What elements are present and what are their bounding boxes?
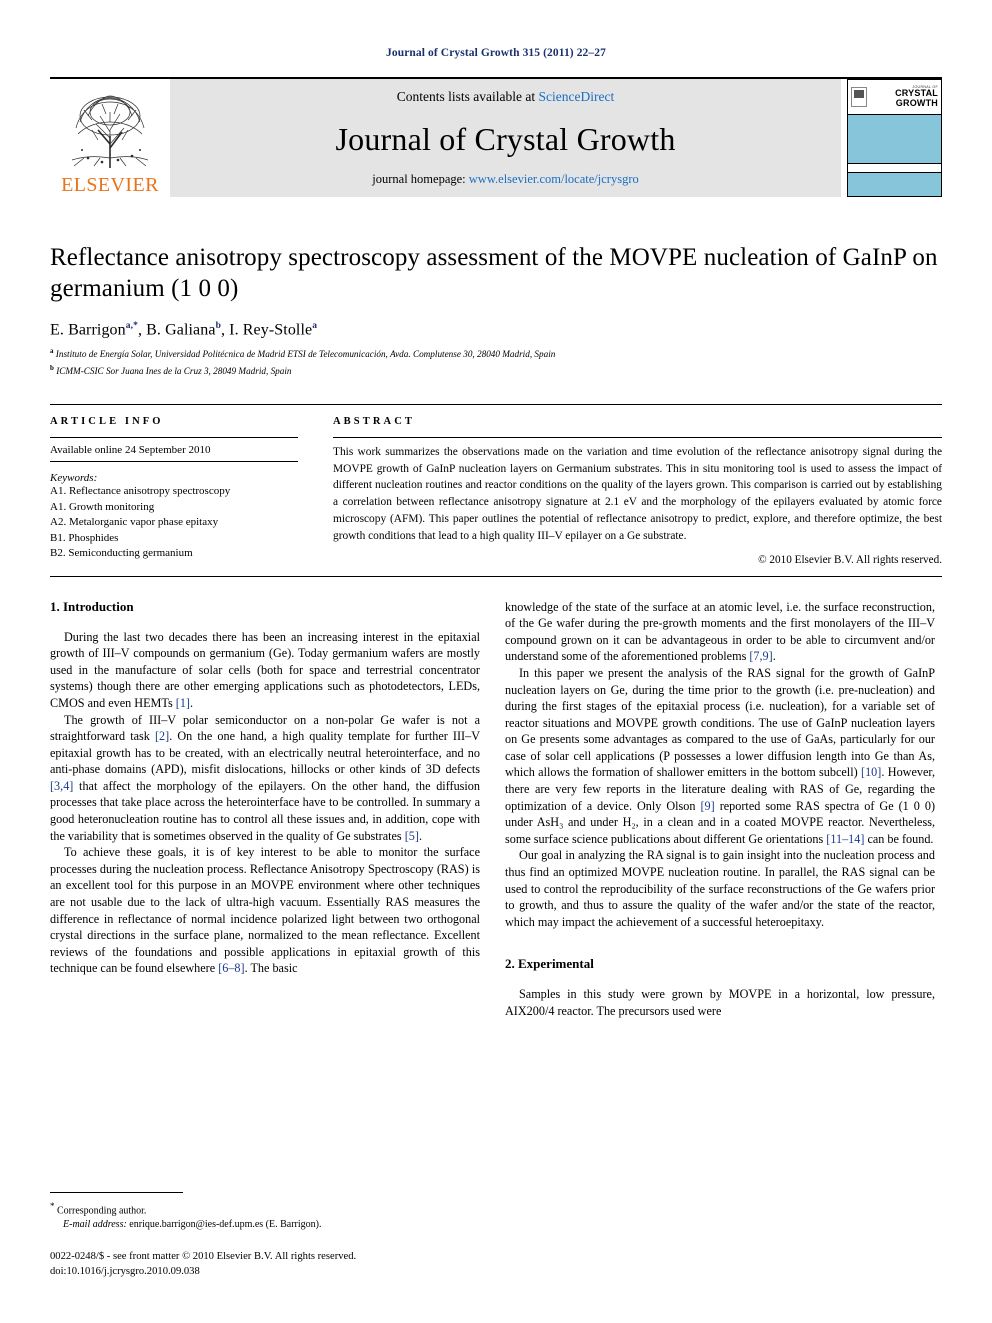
citation-reference[interactable]: [5] xyxy=(405,829,419,843)
footnote-rule xyxy=(50,1191,183,1193)
cover-header: JOURNAL OF CRYSTAL GROWTH xyxy=(848,80,941,114)
author-name: E. Barrigon xyxy=(50,321,126,339)
info-abstract-row: ARTICLE INFO Available online 24 Septemb… xyxy=(50,416,942,566)
affiliation-mark: a xyxy=(50,347,54,356)
journal-cover-thumbnail: JOURNAL OF CRYSTAL GROWTH xyxy=(847,79,942,197)
author-name: I. Rey-Stolle xyxy=(229,321,313,339)
body-column-right: knowledge of the state of the surface at… xyxy=(505,599,935,1020)
homepage-link[interactable]: www.elsevier.com/locate/jcrysgro xyxy=(469,172,639,186)
paragraph: To achieve these goals, it is of key int… xyxy=(50,845,480,976)
affiliation-text: ICMM-CSIC Sor Juana Ines de la Cruz 3, 2… xyxy=(56,365,292,376)
section-heading-introduction: 1. Introduction xyxy=(50,598,134,614)
keywords-list: A1. Reflectance anisotropy spectroscopy … xyxy=(50,484,298,562)
keyword-item: A2. Metalorganic vapor phase epitaxy xyxy=(50,516,219,529)
article-title: Reflectance anisotropy spectroscopy asse… xyxy=(50,244,938,302)
email-address[interactable]: enrique.barrigon@ies-def.upm.es (E. Barr… xyxy=(129,1219,321,1230)
abstract-copyright: © 2010 Elsevier B.V. All rights reserved… xyxy=(758,553,942,566)
issn-line: 0022-0248/$ - see front matter © 2010 El… xyxy=(50,1250,357,1262)
keyword-item: B2. Semiconducting germanium xyxy=(50,547,193,560)
elsevier-logo: ELSEVIER xyxy=(50,79,170,197)
contents-prefix: Contents lists available at xyxy=(396,89,539,104)
journal-title: Journal of Crystal Growth xyxy=(335,120,676,157)
journal-homepage-line: journal homepage: www.elsevier.com/locat… xyxy=(372,172,638,187)
elsevier-wordmark: ELSEVIER xyxy=(61,174,159,196)
doi-line[interactable]: doi:10.1016/j.jcrysgro.2010.09.038 xyxy=(50,1264,480,1279)
paragraph: Our goal in analyzing the RA signal is t… xyxy=(505,848,935,929)
author-name: B. Galiana xyxy=(146,321,216,339)
citation-reference[interactable]: [9] xyxy=(701,799,715,813)
title-block: Reflectance anisotropy spectroscopy asse… xyxy=(50,243,942,378)
author-separator: , xyxy=(137,321,147,339)
running-head: Journal of Crystal Growth 315 (2011) 22–… xyxy=(386,47,606,59)
citation-reference[interactable]: [7,9] xyxy=(749,649,772,663)
corresponding-author-note: * Corresponding author. xyxy=(50,1200,480,1219)
article-info-rule xyxy=(50,436,298,438)
author-affiliation-mark: a xyxy=(312,321,318,331)
email-label: E-mail address: xyxy=(63,1219,127,1231)
journal-masthead: ELSEVIER Contents lists available at Sci… xyxy=(50,77,942,197)
author-separator: , xyxy=(220,321,230,339)
abstract-rule xyxy=(333,436,942,438)
email-note: E-mail address: enrique.barrigon@ies-def… xyxy=(50,1218,480,1233)
cover-color-band-upper xyxy=(848,114,941,164)
info-top-rule xyxy=(50,403,942,405)
author-list: E. Barrigona,*, B. Galianab, I. Rey-Stol… xyxy=(50,321,942,339)
citation-reference[interactable]: [11–14] xyxy=(826,832,864,846)
body-column-left: 1. Introduction During the last two deca… xyxy=(50,599,480,1020)
paragraph: In this paper we present the analysis of… xyxy=(505,665,935,846)
asterisk-icon: * xyxy=(50,1200,55,1211)
article-page: Journal of Crystal Growth 315 (2011) 22–… xyxy=(0,0,992,1323)
paragraph: knowledge of the state of the surface at… xyxy=(505,599,935,664)
cover-color-band-lower xyxy=(848,172,941,196)
section-heading-experimental: 2. Experimental xyxy=(505,956,594,972)
affiliation-line: b ICMM-CSIC Sor Juana Ines de la Cruz 3,… xyxy=(50,363,942,378)
author-affiliation-mark: a,* xyxy=(125,321,138,331)
citation-reference[interactable]: [10] xyxy=(861,765,881,779)
article-info-column: ARTICLE INFO Available online 24 Septemb… xyxy=(50,416,298,566)
affiliation-text: Instituto de Energía Solar, Universidad … xyxy=(55,349,556,360)
abstract-column: ABSTRACT This work summarizes the observ… xyxy=(333,416,942,566)
citation-reference[interactable]: [6–8] xyxy=(218,961,244,975)
cover-band-gap xyxy=(848,164,941,172)
paragraph: Samples in this study were grown by MOVP… xyxy=(505,987,935,1019)
keyword-item: A1. Growth monitoring xyxy=(50,500,155,513)
body-columns: 1. Introduction During the last two deca… xyxy=(50,599,942,1020)
elsevier-tree-icon xyxy=(71,95,149,168)
citation-reference[interactable]: [1] xyxy=(176,696,190,710)
affiliation-line: a Instituto de Energía Solar, Universida… xyxy=(50,346,942,361)
citation-reference[interactable]: [2] xyxy=(155,729,169,743)
info-bottom-rule xyxy=(50,575,942,577)
keywords-label: Keywords: xyxy=(50,471,98,484)
paragraph: The growth of III–V polar semiconductor … xyxy=(50,712,480,843)
cover-mini-logo-icon xyxy=(851,87,867,107)
corresponding-author-text: Corresponding author. xyxy=(57,1204,147,1216)
contents-available-line: Contents lists available at ScienceDirec… xyxy=(397,89,614,105)
affiliation-mark: b xyxy=(50,363,54,372)
footnote-area: * Corresponding author. E-mail address: … xyxy=(50,1191,480,1279)
masthead-center: Contents lists available at ScienceDirec… xyxy=(170,79,841,197)
abstract-text: This work summarizes the observations ma… xyxy=(333,445,942,542)
paragraph: During the last two decades there has be… xyxy=(50,629,480,710)
homepage-prefix: journal homepage: xyxy=(372,172,469,186)
issn-copyright-block: 0022-0248/$ - see front matter © 2010 El… xyxy=(50,1249,480,1279)
cover-title-line2: GROWTH xyxy=(895,97,938,108)
cover-titles: JOURNAL OF CRYSTAL GROWTH xyxy=(870,85,938,109)
keyword-item: B1. Phosphides xyxy=(50,531,119,544)
article-history: Available online 24 September 2010 xyxy=(50,444,298,462)
keyword-item: A1. Reflectance anisotropy spectroscopy xyxy=(50,484,231,497)
article-info-heading: ARTICLE INFO xyxy=(50,415,164,427)
sciencedirect-link[interactable]: ScienceDirect xyxy=(539,89,615,104)
citation-reference[interactable]: [3,4] xyxy=(50,779,73,793)
abstract-heading: ABSTRACT xyxy=(333,415,415,427)
